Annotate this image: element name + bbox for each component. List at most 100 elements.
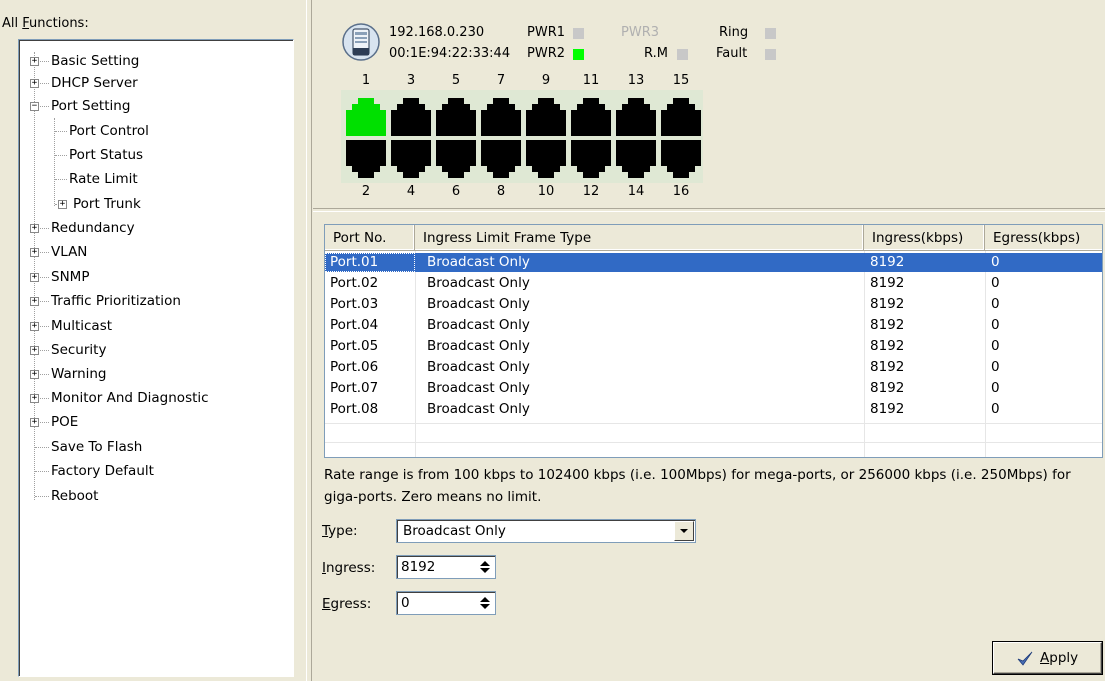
tree-item-snmp[interactable]: SNMP bbox=[51, 266, 89, 288]
expand-icon[interactable]: + bbox=[30, 322, 39, 331]
type-select-value: Broadcast Only bbox=[403, 523, 506, 539]
note-line: Rate range is from 100 kbps to 102400 kb… bbox=[324, 467, 1071, 483]
port-13-icon[interactable] bbox=[614, 98, 658, 136]
tree-item-factory-default[interactable]: Factory Default bbox=[51, 460, 154, 482]
spin-arrows-icon[interactable] bbox=[477, 594, 493, 612]
expand-icon[interactable]: + bbox=[30, 346, 39, 355]
tree-item-port-status[interactable]: Port Status bbox=[69, 144, 143, 166]
apply-button[interactable]: Apply bbox=[993, 642, 1102, 674]
grid-line bbox=[325, 423, 1102, 424]
chevron-down-icon bbox=[680, 529, 688, 533]
port-1-icon[interactable] bbox=[344, 98, 388, 136]
port-16-icon[interactable] bbox=[659, 140, 703, 178]
tree-item-traffic-prioritization[interactable]: Traffic Prioritization bbox=[51, 290, 181, 312]
rate-range-note: Rate range is from 100 kbps to 102400 kb… bbox=[324, 464, 1105, 508]
table-row[interactable]: Port.07 Broadcast Only 8192 0 bbox=[325, 379, 1102, 398]
port-cell: Port.02 bbox=[330, 275, 379, 291]
column-header-ingress[interactable]: Ingress(kbps) bbox=[864, 225, 985, 251]
port-7-icon[interactable] bbox=[479, 98, 523, 136]
table-row[interactable]: Port.04 Broadcast Only 8192 0 bbox=[325, 316, 1102, 335]
port-number: 4 bbox=[406, 184, 416, 199]
dropdown-button[interactable] bbox=[674, 521, 694, 541]
tree-item-port-control[interactable]: Port Control bbox=[69, 120, 149, 142]
tree-item-port-trunk[interactable]: Port Trunk bbox=[73, 193, 141, 215]
collapse-icon[interactable]: − bbox=[30, 102, 39, 111]
tree-item-security[interactable]: Security bbox=[51, 339, 106, 361]
expand-icon[interactable]: + bbox=[30, 394, 39, 403]
tree-item-port-setting[interactable]: Port Setting bbox=[51, 95, 130, 117]
table-row[interactable]: Port.01 Broadcast Only 8192 0 bbox=[325, 253, 1102, 272]
table-row[interactable]: Port.02 Broadcast Only 8192 0 bbox=[325, 274, 1102, 293]
port-9-icon[interactable] bbox=[524, 98, 568, 136]
port-cell: Port.07 bbox=[330, 380, 379, 396]
port-6-icon[interactable] bbox=[434, 140, 478, 178]
port-11-icon[interactable] bbox=[569, 98, 613, 136]
column-header-frame-type[interactable]: Ingress Limit Frame Type bbox=[415, 225, 864, 251]
tree-item-warning[interactable]: Warning bbox=[51, 363, 107, 385]
column-header-port[interactable]: Port No. bbox=[325, 225, 415, 251]
egress-cell: 0 bbox=[991, 254, 1000, 270]
ring-led bbox=[765, 28, 776, 39]
tree-item-basic-setting[interactable]: Basic Setting bbox=[51, 50, 139, 72]
expand-icon[interactable]: + bbox=[58, 200, 67, 209]
expand-icon[interactable]: + bbox=[30, 224, 39, 233]
tree-item-dhcp-server[interactable]: DHCP Server bbox=[51, 72, 138, 94]
tree-item-poe[interactable]: POE bbox=[51, 411, 78, 433]
tree-item-rate-limit[interactable]: Rate Limit bbox=[69, 168, 138, 190]
port-5-icon[interactable] bbox=[434, 98, 478, 136]
type-select[interactable]: Broadcast Only bbox=[396, 519, 696, 543]
port-12-icon[interactable] bbox=[569, 140, 613, 178]
tree-line bbox=[35, 496, 49, 497]
port-number: 13 bbox=[627, 73, 645, 88]
pwr2-led bbox=[573, 49, 584, 60]
port-15-icon[interactable] bbox=[659, 98, 703, 136]
port-10-icon[interactable] bbox=[524, 140, 568, 178]
port-2-icon[interactable] bbox=[344, 140, 388, 178]
egress-stepper[interactable]: 0 bbox=[396, 591, 496, 615]
column-header-egress[interactable]: Egress(kbps) bbox=[985, 225, 1102, 251]
spin-arrows-icon[interactable] bbox=[477, 558, 493, 576]
function-tree[interactable]: + Basic Setting + DHCP Server − Port Set… bbox=[18, 39, 294, 677]
port-cell: Port.03 bbox=[330, 296, 379, 312]
port-3-icon[interactable] bbox=[389, 98, 433, 136]
tree-item-redundancy[interactable]: Redundancy bbox=[51, 217, 135, 239]
port-14-icon[interactable] bbox=[614, 140, 658, 178]
egress-cell: 0 bbox=[991, 317, 1000, 333]
port-cell: Port.05 bbox=[330, 338, 379, 354]
horizontal-splitter[interactable] bbox=[313, 208, 1105, 212]
table-row[interactable]: Port.05 Broadcast Only 8192 0 bbox=[325, 337, 1102, 356]
ingress-stepper[interactable]: 8192 bbox=[396, 555, 496, 579]
table-row[interactable]: Port.06 Broadcast Only 8192 0 bbox=[325, 358, 1102, 377]
expand-icon[interactable]: + bbox=[30, 57, 39, 66]
tree-item-save-to-flash[interactable]: Save To Flash bbox=[51, 436, 142, 458]
port-8-icon[interactable] bbox=[479, 140, 523, 178]
egress-cell: 0 bbox=[991, 296, 1000, 312]
expand-icon[interactable]: + bbox=[30, 248, 39, 257]
tree-line bbox=[55, 179, 67, 180]
port-number: 3 bbox=[406, 73, 416, 88]
tree-item-monitor-and-diagnostic[interactable]: Monitor And Diagnostic bbox=[51, 387, 209, 409]
expand-icon[interactable]: + bbox=[30, 273, 39, 282]
expand-icon[interactable]: + bbox=[30, 297, 39, 306]
port-4-icon[interactable] bbox=[389, 140, 433, 178]
device-panel: 192.168.0.230 00:1E:94:22:33:44 PWR1 PWR… bbox=[313, 0, 1105, 208]
rate-limit-table[interactable]: Port No. Ingress Limit Frame Type Ingres… bbox=[324, 224, 1103, 458]
tree-item-multicast[interactable]: Multicast bbox=[51, 315, 112, 337]
expand-icon[interactable]: + bbox=[30, 79, 39, 88]
tree-item-reboot[interactable]: Reboot bbox=[51, 485, 98, 507]
expand-icon[interactable]: + bbox=[30, 418, 39, 427]
table-row[interactable]: Port.08 Broadcast Only 8192 0 bbox=[325, 400, 1102, 419]
ingress-label: Ingress: bbox=[322, 560, 376, 576]
port-number: 14 bbox=[627, 184, 645, 199]
vertical-splitter[interactable] bbox=[306, 0, 312, 681]
frame-type-cell: Broadcast Only bbox=[427, 296, 530, 312]
table-row[interactable]: Port.03 Broadcast Only 8192 0 bbox=[325, 295, 1102, 314]
expand-icon[interactable]: + bbox=[30, 370, 39, 379]
egress-value: 0 bbox=[401, 595, 410, 611]
egress-cell: 0 bbox=[991, 338, 1000, 354]
functions-panel: All Functions: + Basic Setting + DHCP Se… bbox=[0, 0, 306, 681]
tree-item-vlan[interactable]: VLAN bbox=[51, 241, 87, 263]
tree-line bbox=[35, 447, 49, 448]
type-label: Type: bbox=[322, 523, 358, 539]
checkmark-icon bbox=[1017, 651, 1033, 666]
